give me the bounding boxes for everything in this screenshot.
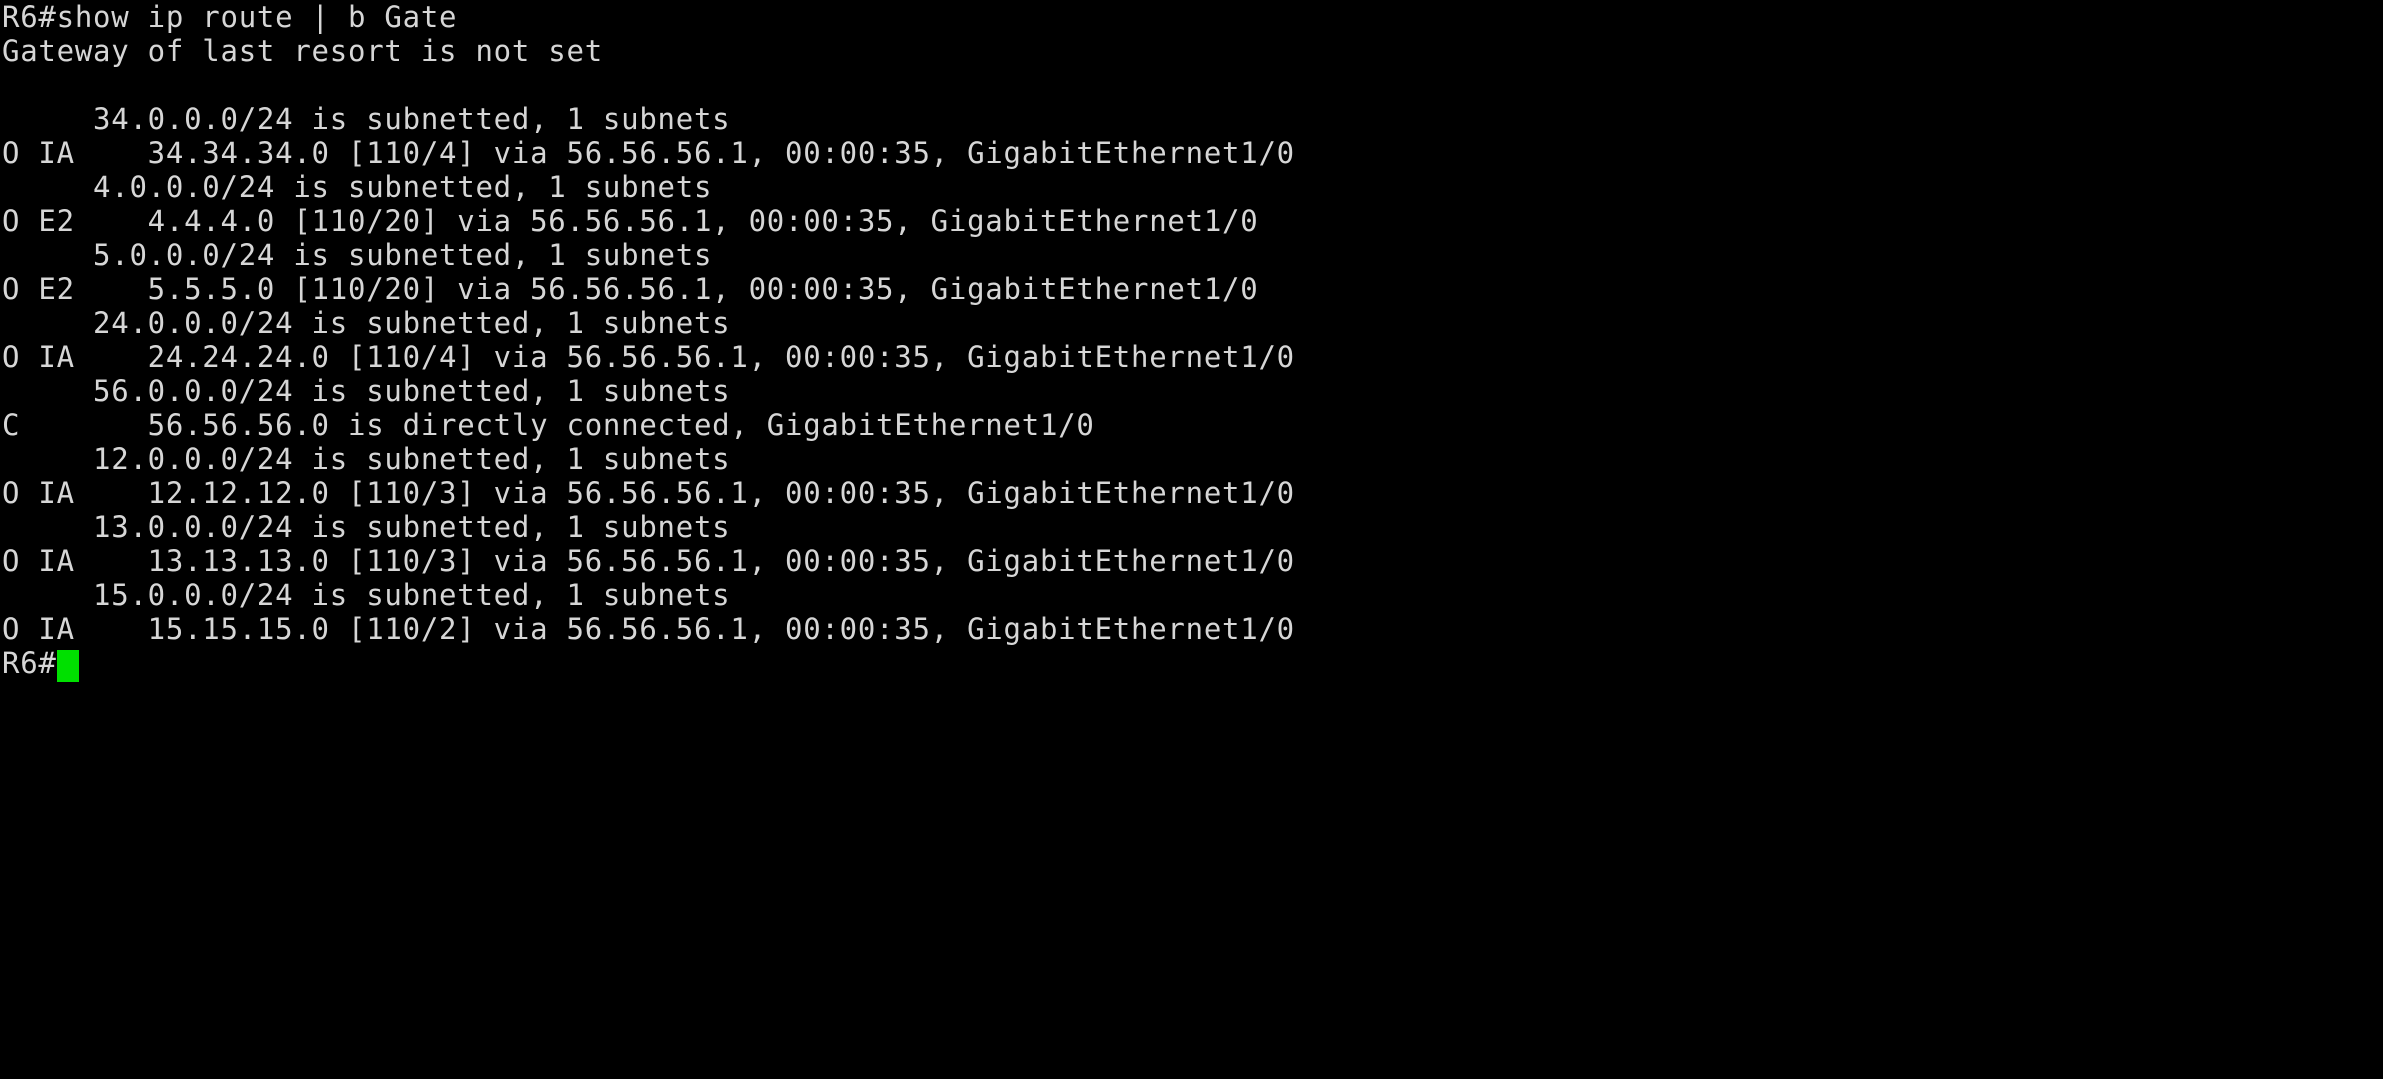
route-entry-5-5-5-0: O E2 5.5.5.0 [110/20] via 56.56.56.1, 00… bbox=[2, 272, 1259, 306]
terminal-screen[interactable]: R6#show ip route | b Gate Gateway of las… bbox=[0, 0, 2383, 1079]
gateway-status-line: Gateway of last resort is not set bbox=[2, 34, 603, 68]
route-entry-4-4-4-0: O E2 4.4.4.0 [110/20] via 56.56.56.1, 00… bbox=[2, 204, 1259, 238]
route-entry-13-13-13-0: O IA 13.13.13.0 [110/3] via 56.56.56.1, … bbox=[2, 544, 1295, 578]
subnet-header-56: 56.0.0.0/24 is subnetted, 1 subnets bbox=[2, 374, 731, 408]
route-entry-34-34-34-0: O IA 34.34.34.0 [110/4] via 56.56.56.1, … bbox=[2, 136, 1295, 170]
text-cursor bbox=[56, 650, 79, 682]
subnet-header-34: 34.0.0.0/24 is subnetted, 1 subnets bbox=[2, 102, 731, 136]
subnet-header-5: 5.0.0.0/24 is subnetted, 1 subnets bbox=[2, 238, 713, 272]
subnet-header-13: 13.0.0.0/24 is subnetted, 1 subnets bbox=[2, 510, 731, 544]
subnet-header-15: 15.0.0.0/24 is subnetted, 1 subnets bbox=[2, 578, 731, 612]
prompt-line[interactable]: R6# bbox=[0, 646, 2383, 682]
command-line: R6#show ip route | b Gate bbox=[2, 0, 458, 34]
subnet-header-4: 4.0.0.0/24 is subnetted, 1 subnets bbox=[2, 170, 713, 204]
route-entry-15-15-15-0: O IA 15.15.15.0 [110/2] via 56.56.56.1, … bbox=[2, 612, 1295, 646]
route-entry-24-24-24-0: O IA 24.24.24.0 [110/4] via 56.56.56.1, … bbox=[2, 340, 1295, 374]
prompt-text: R6# bbox=[2, 646, 57, 680]
subnet-header-12: 12.0.0.0/24 is subnetted, 1 subnets bbox=[2, 442, 731, 476]
route-entry-12-12-12-0: O IA 12.12.12.0 [110/3] via 56.56.56.1, … bbox=[2, 476, 1295, 510]
route-entry-56-56-56-0: C 56.56.56.0 is directly connected, Giga… bbox=[2, 408, 1095, 442]
subnet-header-24: 24.0.0.0/24 is subnetted, 1 subnets bbox=[2, 306, 731, 340]
